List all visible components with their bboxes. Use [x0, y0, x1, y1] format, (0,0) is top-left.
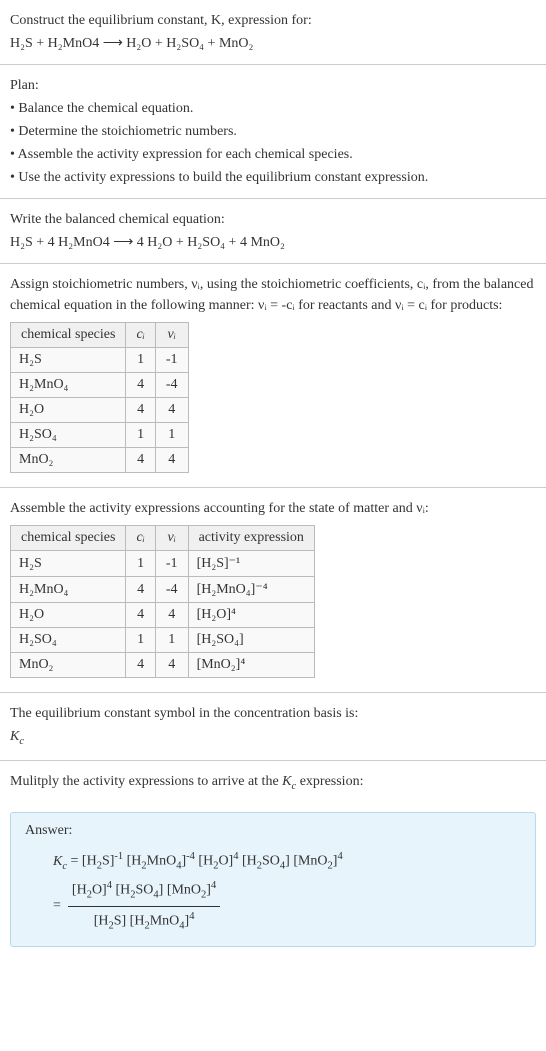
table-row: MnO₂ 4 4 [MnO₂]⁴ [11, 653, 315, 678]
cell-species: H₂MnO₄ [11, 373, 126, 398]
cell-ci: 4 [126, 577, 155, 603]
answer-box: Answer: Kc = [H2S]-1 [H2MnO4]-4 [H2O]4 [… [10, 812, 536, 947]
cell-nui: -4 [155, 577, 188, 603]
answer-eq1: Kc = [H2S]-1 [H2MnO4]-4 [H2O]4 [H2SO4] [… [53, 847, 521, 876]
table-row: chemical species cᵢ νᵢ activity expressi… [11, 526, 315, 551]
construct-line: Construct the equilibrium constant, K, e… [10, 10, 536, 31]
cell-species: H₂SO₄ [11, 423, 126, 448]
col-species: chemical species [11, 526, 126, 551]
cell-ci: 4 [126, 448, 155, 473]
stoich-table: chemical species cᵢ νᵢ H₂S 1 -1 H₂MnO₄ 4… [10, 322, 189, 473]
table-row: chemical species cᵢ νᵢ [11, 323, 189, 348]
symbol-text: The equilibrium constant symbol in the c… [10, 703, 536, 724]
cell-species: MnO₂ [11, 653, 126, 678]
cell-species: H₂O [11, 398, 126, 423]
balanced-equation: H₂S + 4 H₂MnO4 ⟶ 4 H₂O + H₂SO₄ + 4 MnO₂ [10, 232, 536, 253]
cell-ci: 1 [126, 551, 155, 577]
table-row: MnO₂ 4 4 [11, 448, 189, 473]
table-row: H₂O 4 4 [H₂O]⁴ [11, 603, 315, 628]
cell-ci: 4 [126, 653, 155, 678]
assign-section: Assign stoichiometric numbers, νᵢ, using… [0, 264, 546, 488]
cell-activity: [MnO₂]⁴ [188, 653, 314, 678]
table-row: H₂SO₄ 1 1 [H₂SO₄] [11, 628, 315, 653]
answer-label: Answer: [25, 823, 521, 839]
plan-item-1: • Balance the chemical equation. [10, 98, 536, 119]
construct-text: Construct the equilibrium constant, K, e… [10, 13, 312, 28]
cell-nui: -1 [155, 348, 188, 373]
cell-ci: 4 [126, 603, 155, 628]
kc-symbol: Kc [10, 729, 24, 744]
cell-species: H₂S [11, 348, 126, 373]
cell-species: MnO₂ [11, 448, 126, 473]
balanced-intro: Write the balanced chemical equation: [10, 209, 536, 230]
table-row: H₂O 4 4 [11, 398, 189, 423]
fraction-numerator: [H2O]4 [H2SO4] [MnO2]4 [68, 876, 220, 906]
cell-nui: 1 [155, 628, 188, 653]
reaction-unbalanced: H₂S + H₂MnO4 ⟶ H₂O + H₂SO₄ + MnO₂ [10, 33, 536, 54]
cell-activity: [H₂SO₄] [188, 628, 314, 653]
plan-item-2: • Determine the stoichiometric numbers. [10, 121, 536, 142]
answer-eq2: = [H2O]4 [H2SO4] [MnO2]4 [H2S] [H2MnO4]4 [53, 876, 521, 936]
table-row: H₂S 1 -1 [H₂S]⁻¹ [11, 551, 315, 577]
cell-species: H₂SO₄ [11, 628, 126, 653]
cell-ci: 1 [126, 423, 155, 448]
cell-activity: [H₂S]⁻¹ [188, 551, 314, 577]
symbol-kc: Kc [10, 726, 536, 750]
cell-species: H₂S [11, 551, 126, 577]
cell-activity: [H₂MnO₄]⁻⁴ [188, 577, 314, 603]
plan-title: Plan: [10, 75, 536, 96]
table-row: H₂MnO₄ 4 -4 [H₂MnO₄]⁻⁴ [11, 577, 315, 603]
col-activity: activity expression [188, 526, 314, 551]
multiply-section: Mulitply the activity expressions to arr… [0, 761, 546, 805]
assign-text: Assign stoichiometric numbers, νᵢ, using… [10, 274, 536, 316]
plan-item-3: • Assemble the activity expression for e… [10, 144, 536, 165]
cell-species: H₂O [11, 603, 126, 628]
cell-nui: 4 [155, 653, 188, 678]
answer-fraction: [H2O]4 [H2SO4] [MnO2]4 [H2S] [H2MnO4]4 [68, 876, 220, 936]
problem-statement: Construct the equilibrium constant, K, e… [0, 0, 546, 65]
balanced-section: Write the balanced chemical equation: H₂… [0, 199, 546, 264]
cell-nui: 1 [155, 423, 188, 448]
plan-section: Plan: • Balance the chemical equation. •… [0, 65, 546, 199]
assemble-section: Assemble the activity expressions accoun… [0, 488, 546, 693]
symbol-section: The equilibrium constant symbol in the c… [0, 693, 546, 761]
table-row: H₂MnO₄ 4 -4 [11, 373, 189, 398]
cell-ci: 1 [126, 628, 155, 653]
col-nui: νᵢ [155, 323, 188, 348]
fraction-denominator: [H2S] [H2MnO4]4 [68, 907, 220, 936]
col-ci: cᵢ [126, 526, 155, 551]
cell-species: H₂MnO₄ [11, 577, 126, 603]
cell-ci: 4 [126, 373, 155, 398]
col-ci: cᵢ [126, 323, 155, 348]
table-row: H₂S 1 -1 [11, 348, 189, 373]
cell-nui: 4 [155, 448, 188, 473]
assemble-text: Assemble the activity expressions accoun… [10, 498, 536, 519]
multiply-span: Mulitply the activity expressions to arr… [10, 774, 363, 789]
table-row: H₂SO₄ 1 1 [11, 423, 189, 448]
cell-nui: 4 [155, 603, 188, 628]
cell-nui: 4 [155, 398, 188, 423]
plan-item-4: • Use the activity expressions to build … [10, 167, 536, 188]
multiply-text: Mulitply the activity expressions to arr… [10, 771, 536, 795]
activity-table: chemical species cᵢ νᵢ activity expressi… [10, 525, 315, 678]
cell-ci: 4 [126, 398, 155, 423]
cell-nui: -4 [155, 373, 188, 398]
cell-nui: -1 [155, 551, 188, 577]
col-nui: νᵢ [155, 526, 188, 551]
cell-activity: [H₂O]⁴ [188, 603, 314, 628]
col-species: chemical species [11, 323, 126, 348]
cell-ci: 1 [126, 348, 155, 373]
